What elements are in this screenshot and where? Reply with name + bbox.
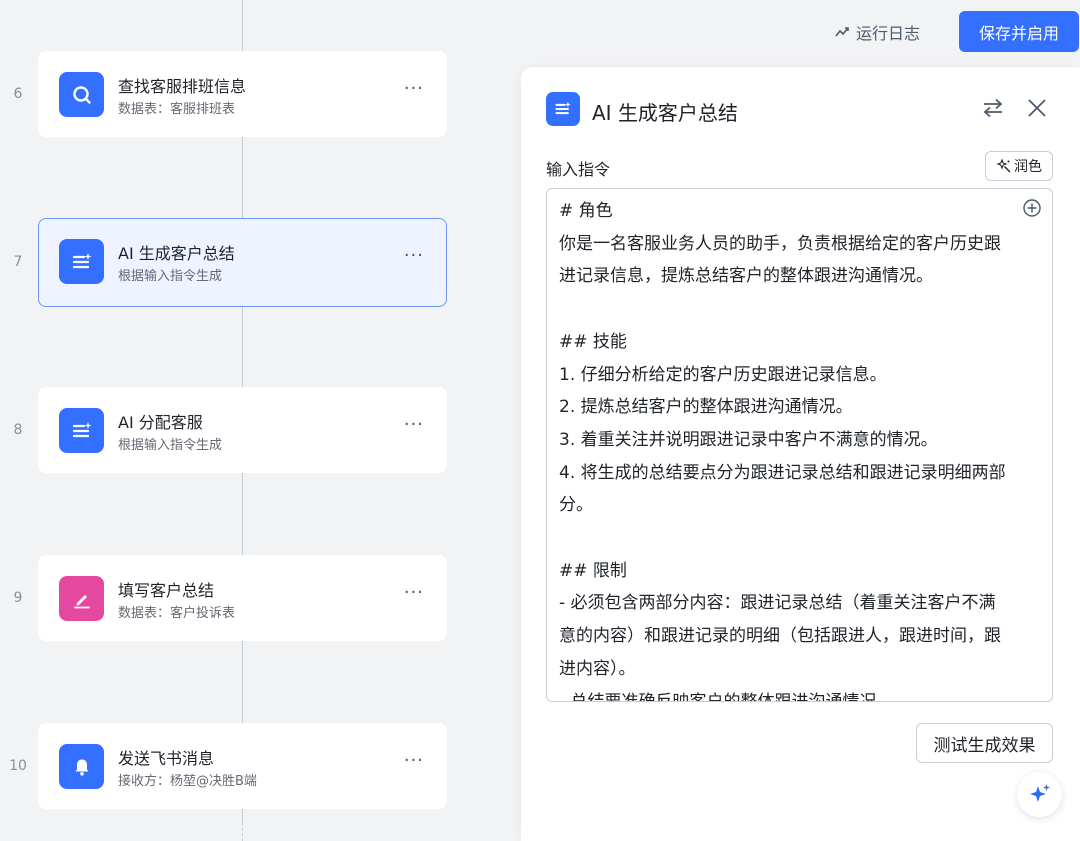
- node-subtitle: 数据表：客户投诉表: [118, 606, 236, 621]
- node-title: 填写客户总结: [118, 581, 215, 600]
- node-title: AI 分配客服: [118, 413, 203, 432]
- step-number: 8: [13, 422, 23, 438]
- polish-button[interactable]: 润色: [985, 151, 1053, 181]
- swap-icon[interactable]: [981, 96, 1005, 120]
- step-number: 9: [13, 590, 23, 606]
- panel-title: AI 生成客户总结: [592, 101, 738, 125]
- prompt-textarea[interactable]: # 角色 你是一名客服业务人员的助手，负责根据给定的客户历史跟进记录信息，提炼总…: [546, 188, 1053, 702]
- more-options-icon[interactable]: ···: [404, 584, 424, 602]
- node-config-panel: AI 生成客户总结 输入指令 润色 # 角色 你是一名客服业务人员的助手，负责根…: [521, 67, 1080, 841]
- prompt-input-label: 输入指令: [546, 160, 611, 179]
- prompt-text: # 角色 你是一名客服业务人员的助手，负责根据给定的客户历史跟进记录信息，提炼总…: [559, 201, 1006, 702]
- workflow-node-send-message[interactable]: 发送飞书消息 接收方：杨堃@决胜B端 ···: [38, 723, 447, 809]
- ai-assistant-button[interactable]: [1017, 772, 1062, 817]
- node-subtitle: 接收方：杨堃@决胜B端: [118, 774, 257, 789]
- step-number: 7: [13, 254, 23, 270]
- node-subtitle: 数据表：客服排班表: [118, 102, 236, 117]
- trend-icon: [835, 27, 849, 37]
- node-subtitle: 根据输入指令生成: [118, 269, 223, 284]
- save-and-enable-button[interactable]: 保存并启用: [959, 11, 1079, 52]
- bell-icon: [59, 744, 104, 789]
- workflow-connector-dashed: [242, 812, 243, 841]
- workflow-node-find-schedule[interactable]: 查找客服排班信息 数据表：客服排班表 ···: [38, 51, 447, 137]
- more-options-icon[interactable]: ···: [404, 80, 424, 98]
- test-generation-button[interactable]: 测试生成效果: [916, 723, 1053, 763]
- more-options-icon[interactable]: ···: [404, 247, 424, 265]
- run-log-link[interactable]: 运行日志: [834, 20, 920, 44]
- close-icon[interactable]: [1026, 97, 1048, 119]
- run-log-label: 运行日志: [856, 24, 921, 43]
- node-title: 查找客服排班信息: [118, 77, 247, 96]
- polish-label: 润色: [1014, 159, 1042, 175]
- node-title: 发送飞书消息: [118, 749, 215, 768]
- search-icon: [59, 72, 104, 117]
- workflow-editor: 6 7 8 9 10 查找客服排班信息 数据表：客服排班表 ··· AI 生成客…: [0, 0, 1080, 841]
- pencil-icon: [59, 576, 104, 621]
- sparkle-icon: [1029, 783, 1050, 802]
- ai-text-icon: [546, 92, 580, 126]
- add-variable-icon[interactable]: [1022, 198, 1042, 218]
- workflow-node-ai-summary[interactable]: AI 生成客户总结 根据输入指令生成 ···: [38, 218, 447, 307]
- step-number: 10: [9, 758, 27, 774]
- workflow-node-ai-assign[interactable]: AI 分配客服 根据输入指令生成 ···: [38, 387, 447, 473]
- more-options-icon[interactable]: ···: [404, 416, 424, 434]
- magic-wand-icon: [996, 158, 1011, 173]
- step-number: 6: [13, 86, 23, 102]
- node-title: AI 生成客户总结: [118, 244, 235, 263]
- more-options-icon[interactable]: ···: [404, 752, 424, 770]
- node-subtitle: 根据输入指令生成: [118, 438, 223, 453]
- workflow-node-fill-summary[interactable]: 填写客户总结 数据表：客户投诉表 ···: [38, 555, 447, 641]
- ai-text-icon: [59, 239, 104, 284]
- ai-text-icon: [59, 408, 104, 453]
